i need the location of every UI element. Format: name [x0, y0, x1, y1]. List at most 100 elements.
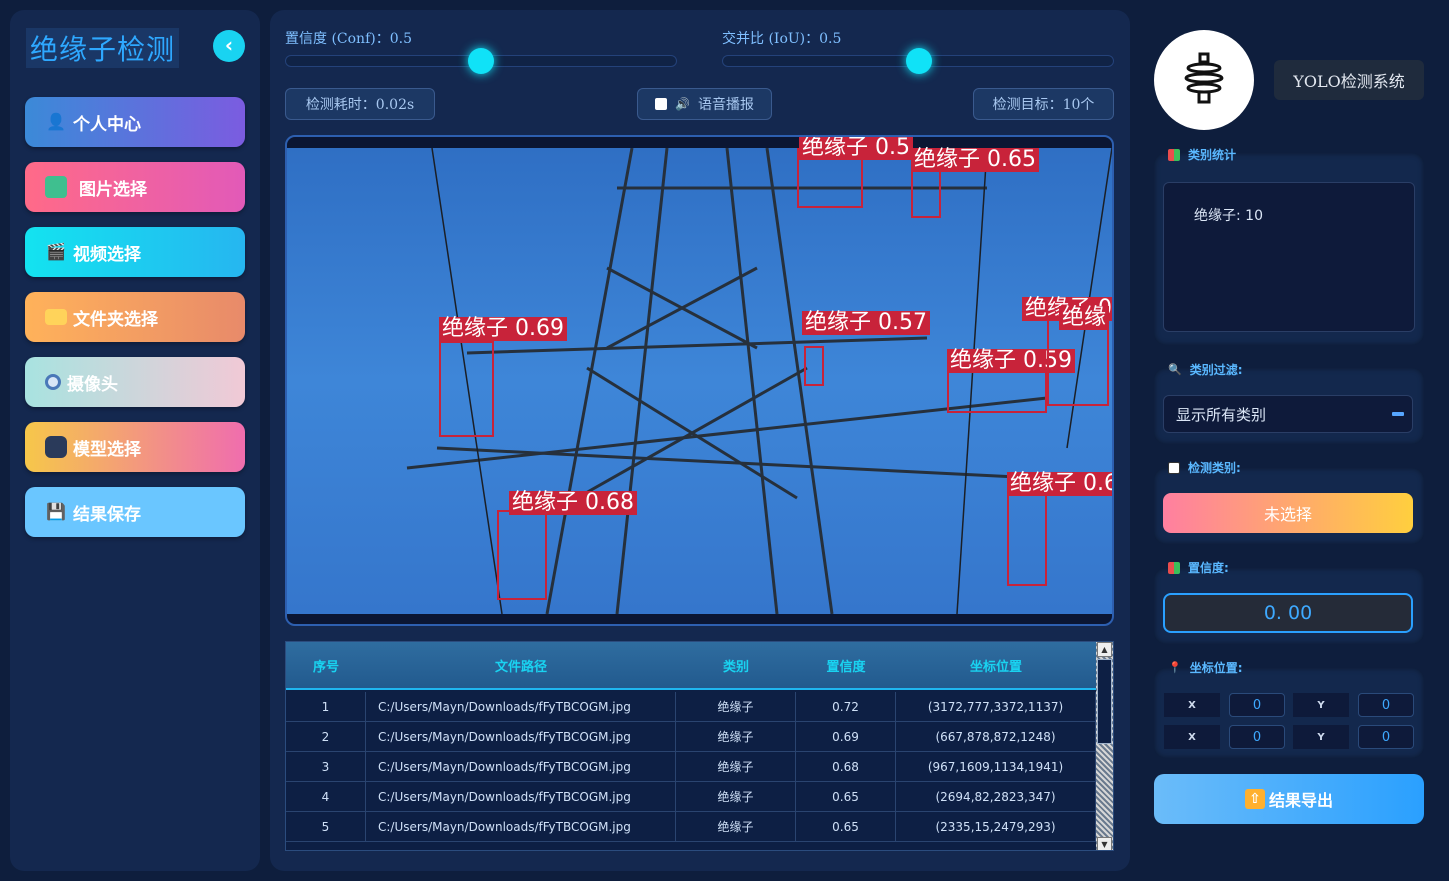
stats-icon	[1168, 148, 1180, 161]
cell-index: 4	[286, 782, 366, 811]
voice-toggle[interactable]: 🔊 语音播报	[637, 88, 772, 120]
chart-icon	[1168, 561, 1180, 574]
cell-index: 5	[286, 812, 366, 841]
table-header: 序号 文件路径 类别 置信度 坐标位置	[286, 642, 1096, 690]
insulator-logo-icon	[1154, 30, 1254, 130]
detect-time-text: 检测耗时：0.02s	[305, 97, 415, 113]
cell-class: 绝缘子	[676, 692, 796, 721]
iou-slider[interactable]	[722, 48, 1114, 74]
image-icon	[45, 176, 67, 198]
detect-class-value: 未选择	[1263, 505, 1312, 524]
scroll-up-arrow-icon[interactable]: ▲	[1097, 642, 1112, 657]
cell-class: 绝缘子	[676, 722, 796, 751]
nav-profile-button[interactable]: 👤 个人中心	[25, 97, 245, 147]
col-header-path: 文件路径	[494, 659, 547, 675]
search-icon: 🔍	[1168, 363, 1182, 376]
confidence-title-text: 置信度:	[1188, 561, 1229, 575]
detection-label: 绝缘子 0.57	[802, 311, 930, 335]
chevron-left-icon: ‹	[224, 33, 234, 57]
export-results-button[interactable]: ⇧ 结果导出	[1154, 774, 1424, 824]
conf-slider-handle[interactable]	[468, 48, 494, 74]
detection-label: 绝缘子 0.5	[799, 137, 913, 160]
scroll-thumb[interactable]	[1097, 659, 1112, 744]
coord-x2-label: X	[1164, 725, 1220, 749]
col-header-coords: 坐标位置	[969, 659, 1022, 675]
class-stats-text: 绝缘子: 10	[1194, 208, 1263, 224]
table-row[interactable]: 3 C:/Users/Mayn/Downloads/fFyTBCOGM.jpg …	[286, 752, 1096, 782]
nav-image-select-button[interactable]: 图片选择	[25, 162, 245, 212]
cell-path: C:/Users/Mayn/Downloads/fFyTBCOGM.jpg	[366, 812, 676, 841]
table-row[interactable]: 4 C:/Users/Mayn/Downloads/fFyTBCOGM.jpg …	[286, 782, 1096, 812]
cell-conf: 0.68	[796, 752, 896, 781]
coord-y1-value: 0	[1358, 693, 1414, 717]
cell-conf: 0.65	[796, 782, 896, 811]
export-label: 结果导出	[1268, 791, 1333, 810]
cell-coords: (2694,82,2823,347)	[896, 782, 1096, 811]
class-stats-title-text: 类别统计	[1188, 148, 1237, 162]
coordinates-title: 📍 坐标位置:	[1168, 659, 1243, 676]
class-stats-box: 绝缘子: 10	[1163, 182, 1415, 332]
coord-y2-label: Y	[1293, 725, 1349, 749]
cell-coords: (967,1609,1134,1941)	[896, 752, 1096, 781]
class-filter-select[interactable]: 显示所有类别	[1163, 395, 1413, 433]
class-stats-title: 类别统计	[1168, 146, 1236, 163]
cell-coords: (2335,15,2479,293)	[896, 812, 1096, 841]
scroll-down-arrow-icon[interactable]: ▼	[1097, 837, 1112, 850]
coord-x1-label: X	[1164, 693, 1220, 717]
upload-icon: ⇧	[1244, 789, 1265, 809]
nav-label: 结果保存	[73, 504, 141, 525]
webcam-icon	[45, 374, 61, 390]
table-row[interactable]: 5 C:/Users/Mayn/Downloads/fFyTBCOGM.jpg …	[286, 812, 1096, 842]
table-row[interactable]: 1 C:/Users/Mayn/Downloads/fFyTBCOGM.jpg …	[286, 692, 1096, 722]
cell-coords: (667,878,872,1248)	[896, 722, 1096, 751]
nav-folder-select-button[interactable]: 文件夹选择	[25, 292, 245, 342]
col-header-index: 序号	[312, 659, 339, 675]
table-scrollbar[interactable]: ▲ ▼	[1096, 642, 1113, 850]
app-title: 绝缘子检测	[26, 28, 180, 68]
nav-video-select-button[interactable]: 🎬 视频选择	[25, 227, 245, 277]
cell-path: C:/Users/Mayn/Downloads/fFyTBCOGM.jpg	[366, 692, 676, 721]
collapse-sidebar-button[interactable]: ‹	[213, 30, 245, 62]
confidence-display: 0. 00	[1163, 593, 1413, 633]
nav-model-select-button[interactable]: 模型选择	[25, 422, 245, 472]
detection-image-frame: 绝缘子 0.69 绝缘子 0.68 绝缘子 0.57 绝缘子 0.59 绝缘子 …	[285, 135, 1114, 626]
system-title: YOLO检测系统	[1274, 60, 1424, 100]
detection-box	[439, 341, 494, 437]
cell-path: C:/Users/Mayn/Downloads/fFyTBCOGM.jpg	[366, 782, 676, 811]
cell-coords: (3172,777,3372,1137)	[896, 692, 1096, 721]
user-icon: 👤	[46, 112, 66, 131]
iou-slider-label: 交并比 (IoU)：0.5	[722, 31, 842, 47]
detection-label: 绝缘子 0.6	[1007, 472, 1112, 496]
coord-y1-label: Y	[1293, 693, 1349, 717]
speaker-icon: 🔊	[675, 97, 690, 111]
nav-webcam-button[interactable]: 摄像头	[25, 357, 245, 407]
right-panel: YOLO检测系统 类别统计 绝缘子: 10 🔍 类别过滤: 显示所有类别 检测类…	[1140, 10, 1439, 871]
detection-label: 绝缘子 0.68	[509, 491, 637, 515]
nav-save-results-button[interactable]: 💾 结果保存	[25, 487, 245, 537]
robot-icon	[45, 436, 67, 458]
voice-checkbox[interactable]	[655, 98, 668, 110]
cell-class: 绝缘子	[676, 782, 796, 811]
confidence-title: 置信度:	[1168, 559, 1229, 576]
nav-label: 摄像头	[67, 374, 118, 395]
nav-label: 视频选择	[73, 244, 141, 265]
nav-label: 文件夹选择	[73, 309, 158, 330]
conf-slider-label: 置信度 (Conf)：0.5	[285, 31, 412, 47]
conf-slider[interactable]	[285, 48, 677, 74]
cell-conf: 0.72	[796, 692, 896, 721]
detection-box	[1007, 494, 1047, 586]
class-filter-title: 🔍 类别过滤:	[1168, 361, 1243, 378]
col-header-conf: 置信度	[826, 659, 866, 675]
target-count-badge: 检测目标：10个	[973, 88, 1114, 120]
iou-slider-handle[interactable]	[906, 48, 932, 74]
cell-index: 1	[286, 692, 366, 721]
results-table: 序号 文件路径 类别 置信度 坐标位置 1 C:/Users/Mayn/Down…	[285, 641, 1114, 851]
detect-class-select[interactable]: 未选择	[1163, 493, 1413, 533]
detection-label: 绝缘子 0.69	[439, 317, 567, 341]
cell-conf: 0.69	[796, 722, 896, 751]
confidence-value: 0. 00	[1263, 602, 1313, 624]
table-row[interactable]: 2 C:/Users/Mayn/Downloads/fFyTBCOGM.jpg …	[286, 722, 1096, 752]
detect-class-title: 检测类别:	[1168, 459, 1241, 476]
folder-icon	[45, 309, 67, 325]
clapper-icon: 🎬	[46, 242, 66, 261]
